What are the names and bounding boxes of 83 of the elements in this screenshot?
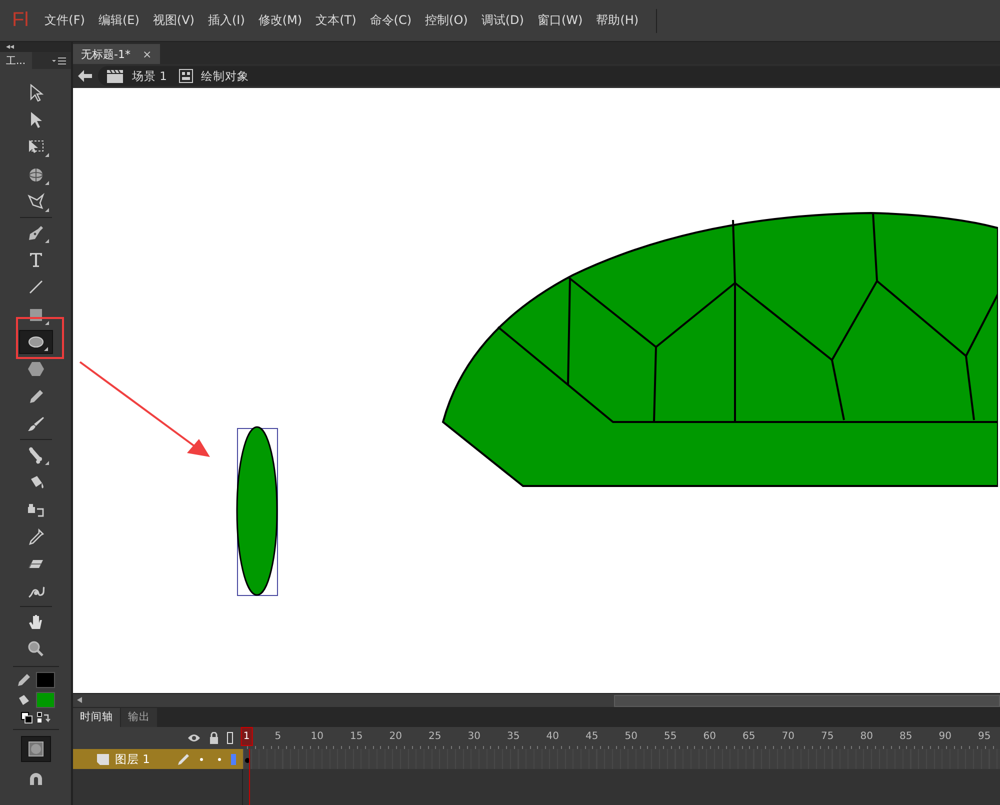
submenu-corner-icon [44,460,48,465]
eye-icon[interactable] [187,733,201,743]
magnet-icon [28,770,44,787]
frame-number: 35 [507,731,520,742]
menu-item[interactable]: 修改(M) [258,12,302,29]
frame-number: 50 [624,731,638,742]
paint-bucket-icon [16,692,30,707]
layer-row[interactable]: 图层 1 [73,749,243,769]
app-logo: Fl [12,9,29,32]
layer-icon [97,754,109,764]
submenu-corner-icon [44,180,48,185]
menu-item[interactable]: 命令(C) [370,12,412,29]
clapperboard-icon [106,69,124,83]
menu-item[interactable]: 插入(I) [208,12,245,29]
layer-name: 图层 1 [115,752,151,766]
frame-number: 60 [703,731,716,742]
swap-colors-icon[interactable] [36,712,50,724]
object-drawing-icon [26,740,44,758]
frame-number: 25 [428,731,442,742]
polystar-icon [26,360,44,378]
frame-number: 1 [240,727,253,746]
lock-icon[interactable] [209,732,219,744]
frame-number: 70 [782,731,794,742]
lasso-icon [26,193,44,212]
submenu-corner-icon [44,347,48,352]
frame-number: 90 [938,731,952,742]
layer-outline-color[interactable] [231,754,236,764]
menu-item[interactable]: 控制(O) [425,12,468,29]
document-title: 无标题-1* [81,46,130,62]
highlight-frame [16,317,64,359]
horizontal-scrollbar[interactable] [73,693,1000,707]
document-tab[interactable]: 无标题-1* × [73,44,160,64]
outline-icon[interactable] [227,732,233,744]
zoom-icon [26,640,44,658]
menu-item[interactable]: 视图(V) [152,12,194,29]
frame-number: 95 [978,731,991,742]
panel-tab[interactable]: 输出 [121,708,157,727]
frame-number: 10 [310,731,324,742]
frame-number: 45 [586,731,598,742]
menu-item[interactable]: 文件(F) [44,12,85,29]
back-arrow-icon[interactable] [78,70,92,82]
default-colors-icon[interactable] [20,712,32,724]
scene-label[interactable]: 场景 1 [132,68,167,84]
collapse-button[interactable]: ◂◂ [6,42,14,51]
stroke-color-swatch[interactable] [36,672,54,688]
frame-number: 75 [821,731,834,742]
submenu-corner-icon [44,153,48,158]
frame-number: 5 [274,731,282,742]
frame-number: 40 [546,731,559,742]
bone-icon [26,446,44,464]
submenu-corner-icon [44,208,48,212]
frame-number: 55 [664,731,677,742]
panel-tab[interactable]: 工... [0,52,32,70]
frame-number: 80 [860,731,873,742]
frame-number: 20 [389,731,402,742]
panel-menu-icon[interactable] [52,56,66,64]
menu-item[interactable]: 帮助(H) [596,12,639,29]
pencil-icon [16,672,30,687]
frame-number: 85 [900,731,912,742]
frame-number: 30 [468,731,480,742]
submenu-corner-icon [44,320,48,325]
object-drawing-toggle[interactable] [20,736,50,762]
frame-number: 15 [350,731,363,742]
menu-item[interactable]: 窗口(W) [537,12,583,29]
close-tab-button[interactable]: × [142,48,152,60]
menu-item[interactable]: 编辑(E) [98,12,140,29]
eyedropper-icon [26,528,44,546]
fill-color-swatch[interactable] [36,692,54,708]
menu-item[interactable]: 调试(D) [481,12,524,29]
pen-icon [26,224,44,242]
drawing-object-label[interactable]: 绘制对象 [200,68,249,84]
rotate-3d-icon [26,166,44,184]
oval-tool[interactable] [18,330,52,354]
pencil-icon [177,752,190,766]
brush-icon [26,415,44,434]
drawing-object-icon [178,69,193,83]
hand-icon [26,612,44,631]
menu-item[interactable]: 文本(T) [316,12,356,29]
frame-number: 65 [742,731,756,742]
submenu-corner-icon [44,238,48,243]
panel-tab[interactable]: 时间轴 [73,708,120,727]
lock-dot-icon[interactable] [218,758,221,760]
visible-dot-icon[interactable] [200,758,203,760]
